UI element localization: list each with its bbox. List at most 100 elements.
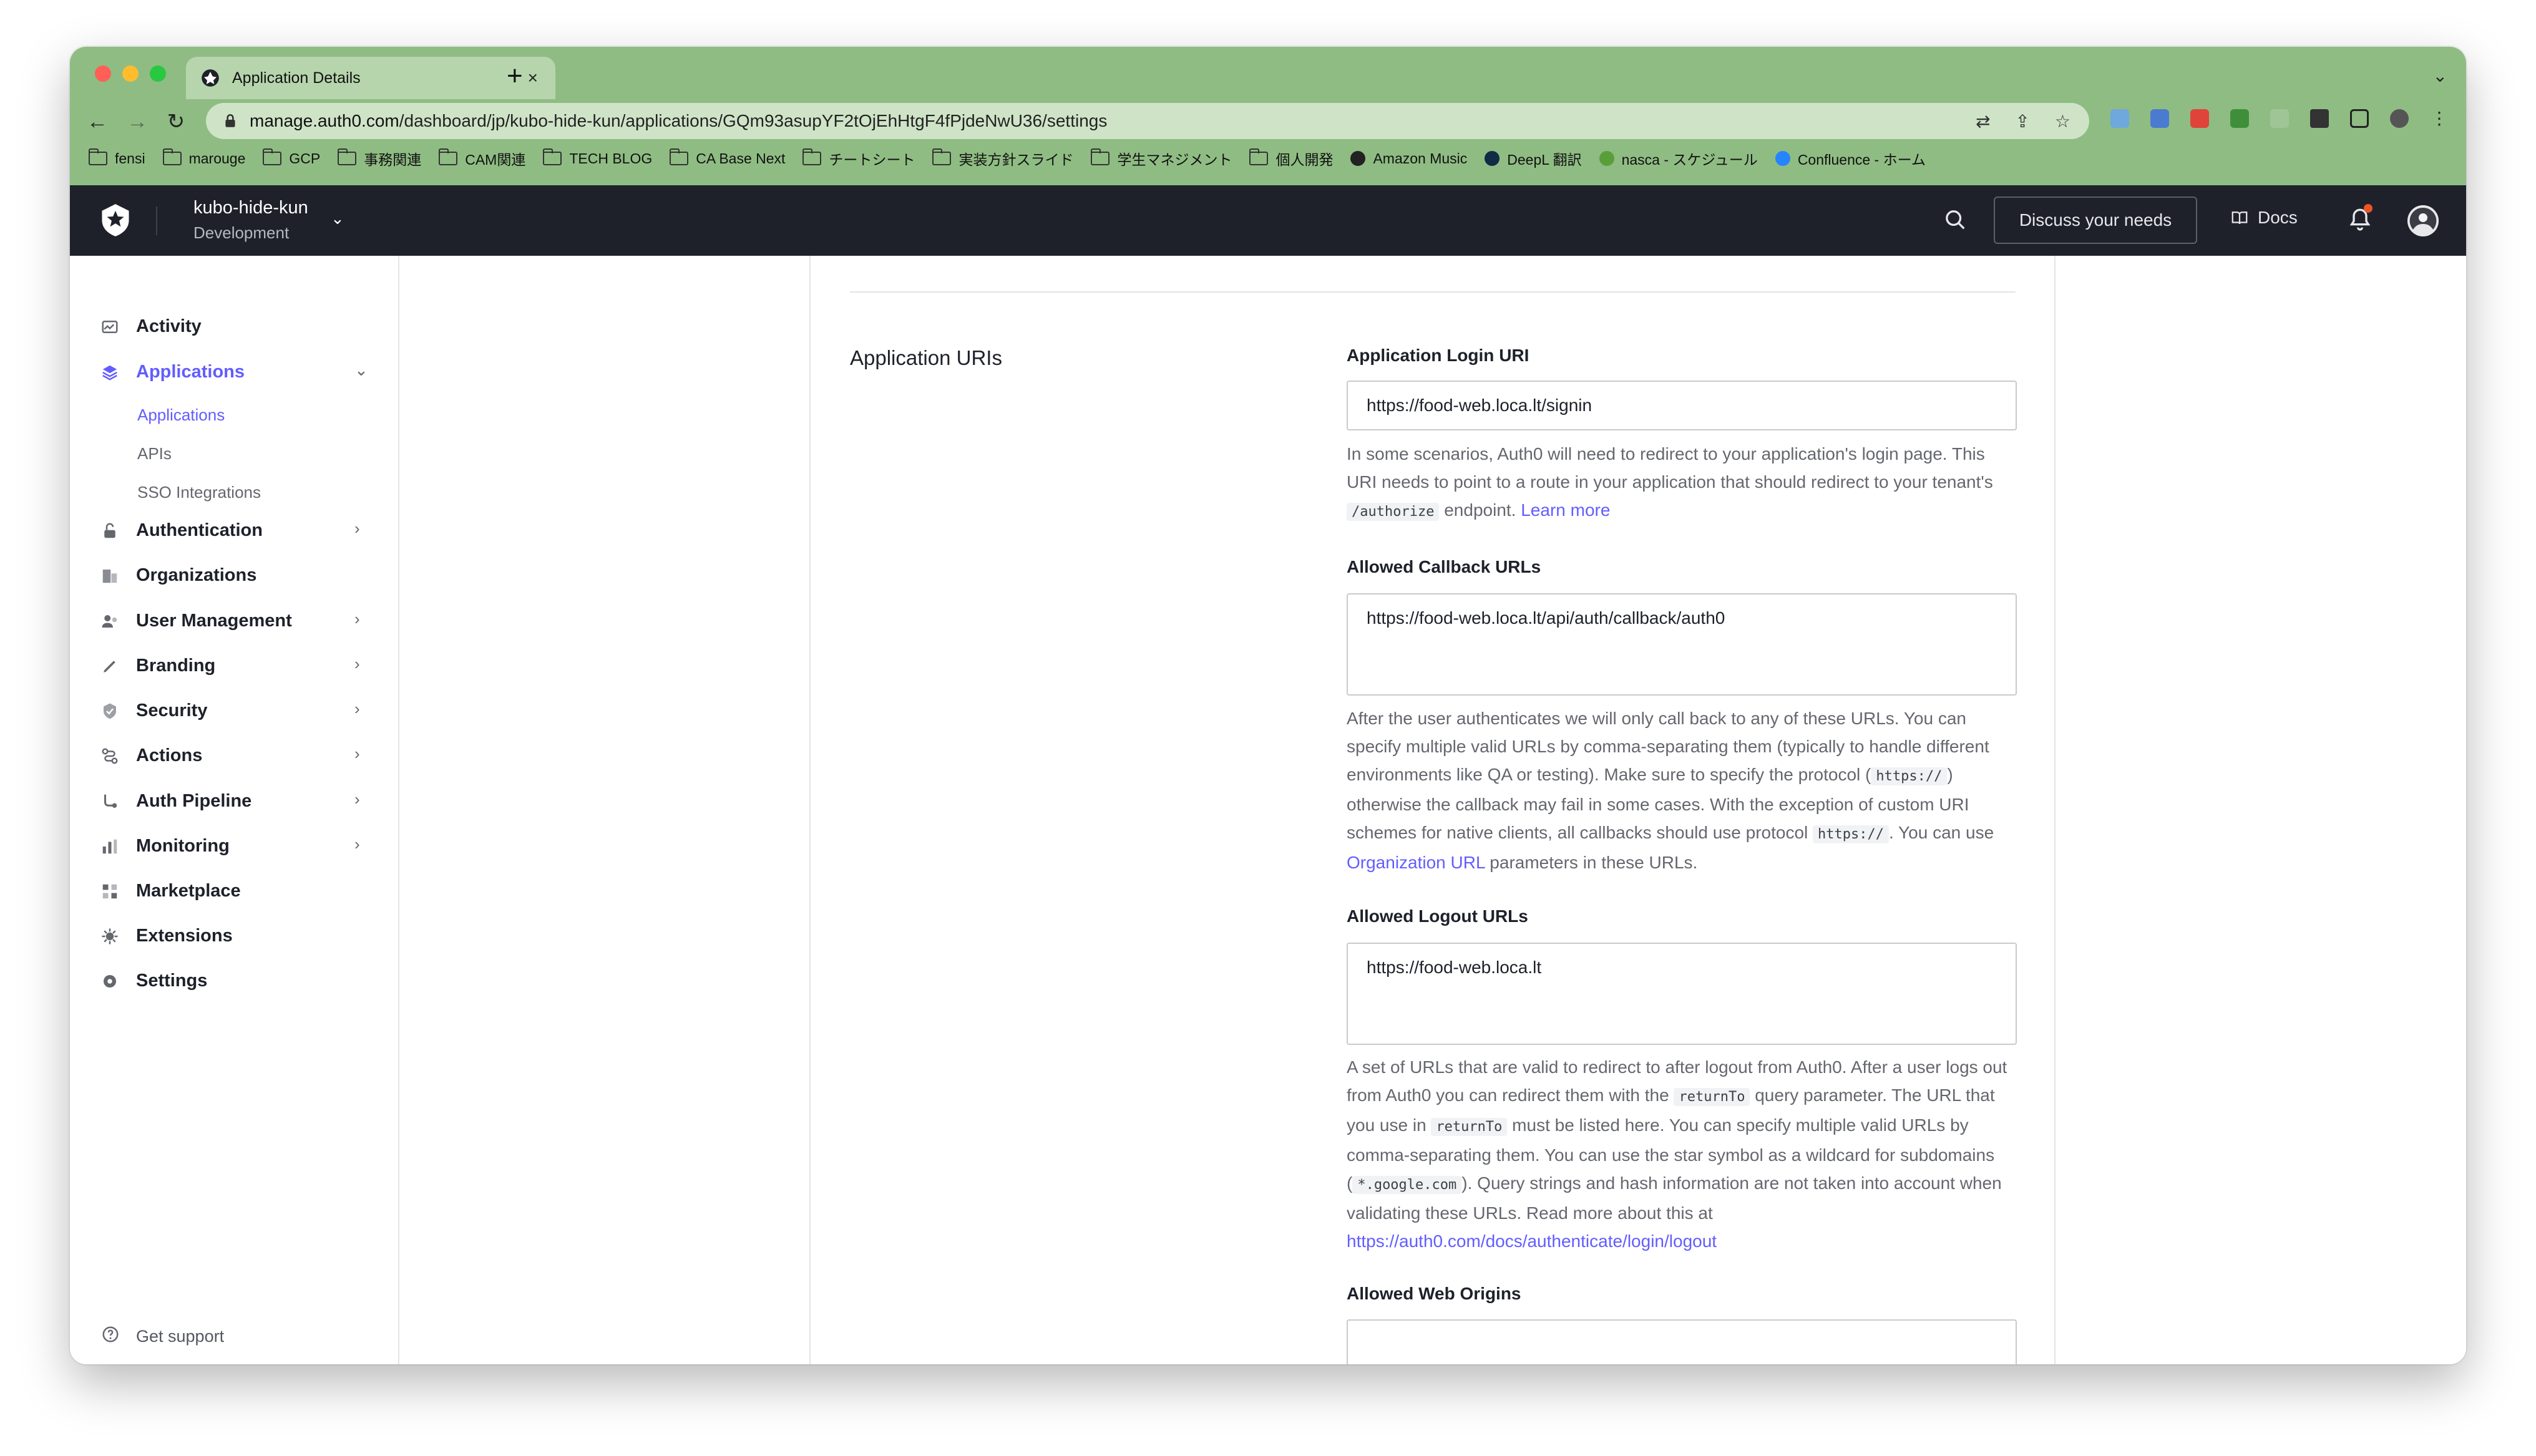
forward-button[interactable]: → xyxy=(124,108,151,135)
sidebar: Activity Applications ⌄ Authentication › Orga… xyxy=(70,256,399,1364)
callback-urls-textarea[interactable]: https://food-web.loca.lt/api/auth/callba… xyxy=(1347,593,2017,696)
logout-urls-textarea[interactable]: https://food-web.loca.lt xyxy=(1347,943,2017,1045)
extension-1-icon[interactable] xyxy=(2110,109,2129,128)
nasca-icon xyxy=(1599,151,1614,166)
chevron-down-icon[interactable]: ⌄ xyxy=(354,361,368,380)
minimize-window-button[interactable] xyxy=(122,66,139,82)
monitoring-icon xyxy=(100,837,120,857)
bookmark-item[interactable]: CA Base Next xyxy=(670,148,786,167)
bookmark-item[interactable]: チートシート xyxy=(802,148,915,169)
docs-link[interactable]: Docs xyxy=(2230,208,2298,228)
chevron-right-icon[interactable]: › xyxy=(354,699,360,719)
bookmark-item[interactable]: CAM関連 xyxy=(439,148,525,169)
web-origins-textarea[interactable] xyxy=(1347,1319,2017,1364)
address-bar[interactable]: manage.auth0.com/dashboard/jp/kubo-hide-… xyxy=(206,103,2089,139)
extension-4-icon[interactable] xyxy=(2230,109,2249,128)
chevron-right-icon[interactable]: › xyxy=(354,744,360,764)
bookmark-item[interactable]: fensi xyxy=(89,148,145,167)
sidebar-item-label: Branding xyxy=(136,656,216,676)
organization-url-link[interactable]: Organization URL xyxy=(1347,853,1485,872)
deepl-icon xyxy=(1485,151,1500,166)
sidebar-item-applications[interactable]: Applications xyxy=(100,362,245,382)
extension-5-icon[interactable] xyxy=(2270,109,2289,128)
amazon-icon xyxy=(1350,151,1366,166)
tenant-name: kubo-hide-kun xyxy=(193,198,308,218)
docs-label: Docs xyxy=(2258,208,2298,227)
login-uri-input[interactable]: https://food-web.loca.lt/signin xyxy=(1347,381,2017,430)
sidebar-item-branding[interactable]: Branding xyxy=(100,656,215,676)
sidebar-item-auth-pipeline[interactable]: Auth Pipeline xyxy=(100,791,251,812)
book-icon xyxy=(2231,211,2248,225)
chevron-right-icon[interactable]: › xyxy=(354,835,360,854)
learn-more-link[interactable]: Learn more xyxy=(1521,500,1610,520)
translate-icon[interactable]: ⇄ xyxy=(1976,111,1990,132)
sidebar-item-actions[interactable]: Actions xyxy=(100,745,202,766)
url-text[interactable]: manage.auth0.com/dashboard/jp/kubo-hide-… xyxy=(250,111,1976,131)
settings-icon xyxy=(100,971,120,991)
extensions-icon xyxy=(100,926,120,946)
profile-avatar-icon[interactable] xyxy=(2390,109,2409,128)
bookmark-item[interactable]: 事務関連 xyxy=(338,148,421,169)
bookmark-item[interactable]: 個人開発 xyxy=(1249,148,1333,169)
folder-icon xyxy=(802,148,822,165)
close-window-button[interactable] xyxy=(95,66,111,82)
chevron-down-icon[interactable]: ⌄ xyxy=(331,209,344,228)
bookmark-item[interactable]: Confluence - ホーム xyxy=(1775,148,1926,169)
user-management-icon xyxy=(100,611,120,631)
sidebar-item-user-management[interactable]: User Management xyxy=(100,611,292,631)
avatar-image-icon xyxy=(2407,205,2439,236)
search-icon[interactable] xyxy=(1943,208,1968,233)
sidebar-subitem-sso-integrations[interactable]: SSO Integrations xyxy=(137,483,261,502)
sidebar-item-monitoring[interactable]: Monitoring xyxy=(100,836,230,857)
bookmark-item[interactable]: nasca - スケジュール xyxy=(1599,148,1758,169)
extension-2-icon[interactable] xyxy=(2150,109,2169,128)
chevron-right-icon[interactable]: › xyxy=(354,790,360,809)
bookmark-item[interactable]: DeepL 翻訳 xyxy=(1485,148,1582,169)
section-divider xyxy=(850,291,2016,293)
reload-button[interactable]: ↻ xyxy=(162,108,190,135)
bookmark-item[interactable]: Amazon Music xyxy=(1350,150,1467,167)
branding-icon xyxy=(100,656,120,676)
side-panel-icon[interactable] xyxy=(2350,109,2369,128)
sidebar-item-security[interactable]: Security xyxy=(100,701,207,721)
bookmark-item[interactable]: 実装方針スライド xyxy=(932,148,1073,169)
sidebar-item-organizations[interactable]: Organizations xyxy=(100,565,256,586)
logout-docs-link[interactable]: https://auth0.com/docs/authenticate/logi… xyxy=(1347,1231,1717,1251)
bookmark-item[interactable]: GCP xyxy=(263,148,320,167)
folder-icon xyxy=(670,148,689,165)
bookmark-item[interactable]: marouge xyxy=(162,148,246,167)
bookmark-star-icon[interactable]: ☆ xyxy=(2055,111,2070,132)
tenant-switcher[interactable]: kubo-hide-kun Development xyxy=(193,198,308,243)
zoom-window-button[interactable] xyxy=(150,66,166,82)
chevron-right-icon[interactable]: › xyxy=(354,609,360,629)
callback-urls-help: After the user authenticates we will onl… xyxy=(1347,704,2017,876)
sidebar-item-activity[interactable]: Activity xyxy=(100,316,202,337)
user-avatar[interactable] xyxy=(2407,205,2439,236)
bookmark-label: marouge xyxy=(188,150,246,167)
discuss-your-needs-button[interactable]: Discuss your needs xyxy=(1994,197,2197,244)
back-button[interactable]: ← xyxy=(84,108,111,135)
share-icon[interactable]: ⇪ xyxy=(2015,111,2029,132)
sidebar-item-settings[interactable]: Settings xyxy=(100,971,207,991)
sidebar-subitem-apis[interactable]: APIs xyxy=(137,444,172,463)
bookmark-label: CA Base Next xyxy=(696,150,786,167)
tab-search-chevron-icon[interactable]: ⌄ xyxy=(2433,66,2447,86)
help-circle-icon xyxy=(101,1325,120,1348)
get-support-link[interactable]: Get support xyxy=(101,1325,224,1348)
browser-tab[interactable]: Application Details × xyxy=(186,57,555,99)
sidebar-item-extensions[interactable]: Extensions xyxy=(100,926,233,946)
chevron-right-icon[interactable]: › xyxy=(354,519,360,538)
sidebar-item-authentication[interactable]: Authentication xyxy=(100,520,263,541)
sidebar-subitem-applications[interactable]: Applications xyxy=(137,405,225,425)
sidebar-item-marketplace[interactable]: Marketplace xyxy=(100,881,241,901)
bookmark-item[interactable]: TECH BLOG xyxy=(543,148,652,167)
extensions-puzzle-icon[interactable] xyxy=(2310,109,2329,128)
extension-3-icon[interactable] xyxy=(2190,109,2209,128)
chevron-right-icon[interactable]: › xyxy=(354,654,360,674)
auth0-logo-icon[interactable] xyxy=(99,203,132,238)
bookmark-label: Confluence - ホーム xyxy=(1797,152,1926,168)
new-tab-button[interactable]: + xyxy=(507,61,523,92)
browser-menu-icon[interactable]: ⋮ xyxy=(2430,109,2449,128)
bookmark-item[interactable]: 学生マネジメント xyxy=(1091,148,1232,169)
tab-close-icon[interactable]: × xyxy=(528,68,538,88)
